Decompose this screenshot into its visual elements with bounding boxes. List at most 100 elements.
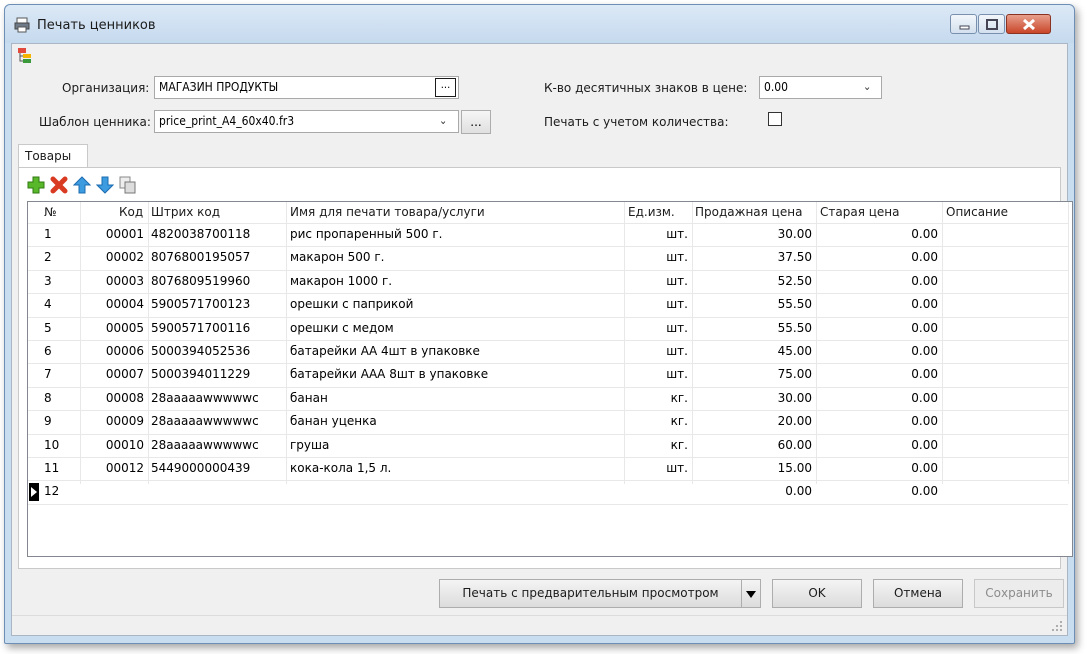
print-preview-label: Печать с предварительным просмотром <box>462 586 719 600</box>
tab-goods-label: Товары <box>25 149 72 163</box>
table-row[interactable]: 9 00009 28aaaaawwwwwc банан уценка кг. 20.00 0… <box>28 411 1072 434</box>
cell-code: 00007 <box>105 367 144 382</box>
cell-price: 75.00 <box>777 367 812 382</box>
org-field[interactable]: МАГАЗИН ПРОДУКТЫ ... <box>154 76 459 99</box>
cell-code: 00001 <box>105 227 144 241</box>
cell-price: 30.00 <box>777 227 812 241</box>
cell-barcode: 28aaaaawwwwwc <box>151 414 259 429</box>
cell-name: макарон 500 г. <box>290 250 385 265</box>
cell-old-price: 0.00 <box>911 227 938 241</box>
goods-table[interactable]: № Код Штрих код Имя для печати товара/ус… <box>27 201 1073 557</box>
cell-name: банан уценка <box>290 414 377 429</box>
cell-barcode: 28aaaaawwwwwc <box>151 437 259 452</box>
template-browse-button[interactable]: ... <box>461 110 491 134</box>
org-select-button[interactable]: ... <box>435 78 456 97</box>
close-button[interactable] <box>1006 14 1051 34</box>
col-barcode: Штрих код <box>151 205 221 219</box>
maximize-button[interactable] <box>978 14 1005 34</box>
cell-num: 11 <box>44 461 60 475</box>
cell-old-price: 0.00 <box>911 484 938 499</box>
cell-old-price: 0.00 <box>911 320 938 335</box>
cell-price: 0.00 <box>785 484 812 499</box>
grid-line <box>28 503 1068 505</box>
table-row[interactable]: 7 00007 5000394011229 батарейки ААА 8шт в у… <box>28 364 1072 387</box>
cell-name: батарейки АА 4шт в упаковке <box>290 344 480 358</box>
cell-code: 00006 <box>105 344 144 358</box>
cell-num: 5 <box>44 320 52 335</box>
cell-price: 52.50 <box>777 273 812 288</box>
cell-unit: шт. <box>666 227 688 241</box>
cell-unit: шт. <box>666 461 688 475</box>
move-up-icon[interactable] <box>73 176 91 194</box>
template-value: price_print_A4_60x40.fr3 <box>159 114 295 128</box>
cell-num: 4 <box>44 297 52 312</box>
cell-unit: кг. <box>670 437 688 452</box>
cell-old-price: 0.00 <box>911 437 938 452</box>
print-preview-button[interactable]: Печать с предварительным просмотром <box>439 579 761 608</box>
cell-unit: шт. <box>666 297 688 312</box>
cell-price: 37.50 <box>777 250 812 265</box>
dropdown-arrow-icon[interactable] <box>741 580 760 607</box>
cell-old-price: 0.00 <box>911 250 938 265</box>
chevron-down-icon: ⌄ <box>439 114 448 127</box>
table-row[interactable]: 10 00010 28aaaaawwwwwc груша кг. 60.00 0.00 <box>28 435 1072 458</box>
cell-old-price: 0.00 <box>911 344 938 358</box>
cell-price: 30.00 <box>777 390 812 405</box>
cell-num: 7 <box>44 367 52 382</box>
cell-unit: шт. <box>666 344 688 358</box>
client-area: Организация: МАГАЗИН ПРОДУКТЫ ... Шаблон… <box>11 43 1073 636</box>
table-row[interactable]: 11 00012 5449000000439 кока-кола 1,5 л. шт. 1… <box>28 458 1072 481</box>
table-row[interactable]: 8 00008 28aaaaawwwwwc банан кг. 30.00 0.00 <box>28 388 1072 411</box>
print-qty-label: Печать с учетом количества: <box>544 115 729 129</box>
tab-goods[interactable]: Товары <box>18 144 88 168</box>
ok-button[interactable]: OK <box>772 579 862 608</box>
cell-barcode: 28aaaaawwwwwc <box>151 390 259 405</box>
cell-code: 00010 <box>105 437 144 452</box>
cancel-button[interactable]: Отмена <box>873 579 963 608</box>
col-price: Продажная цена <box>695 205 803 219</box>
save-button[interactable]: Сохранить <box>974 579 1064 608</box>
printer-icon <box>14 17 30 33</box>
table-row[interactable]: 5 00005 5900571700116 орешки с медом шт. 55.5… <box>28 318 1072 341</box>
print-labels-window: Печать ценников Организация: МАГАЗИН ПРО… <box>4 4 1075 644</box>
minimize-button[interactable] <box>950 14 977 34</box>
cell-barcode: 5449000000439 <box>151 461 251 475</box>
cell-unit: шт. <box>666 367 688 382</box>
table-row[interactable]: 2 00002 8076800195057 макарон 500 г. шт. 37.5… <box>28 247 1072 270</box>
table-row[interactable]: 6 00006 5000394052536 батарейки АА 4шт в уп… <box>28 341 1072 364</box>
table-row[interactable]: 4 00004 5900571700123 орешки с паприкой шт. 5… <box>28 294 1072 317</box>
decimals-select[interactable]: 0.00 ⌄ <box>759 76 882 99</box>
cell-unit: кг. <box>670 414 688 429</box>
col-unit: Ед.изм. <box>628 205 675 219</box>
table-row[interactable]: 12 0.00 0.00 <box>28 481 1072 504</box>
move-down-icon[interactable] <box>96 176 114 194</box>
col-old-price: Старая цена <box>820 205 900 219</box>
cell-unit: кг. <box>670 390 688 405</box>
decimals-value: 0.00 <box>764 80 789 94</box>
cell-old-price: 0.00 <box>911 273 938 288</box>
title-bar: Печать ценников <box>5 5 1074 43</box>
cell-name: орешки с паприкой <box>290 297 414 312</box>
copy-icon[interactable] <box>119 176 137 194</box>
cell-barcode: 5900571700116 <box>151 320 251 335</box>
print-qty-checkbox[interactable] <box>768 112 782 126</box>
cell-barcode: 4820038700118 <box>151 227 251 241</box>
cell-price: 55.50 <box>777 297 812 312</box>
cell-price: 45.00 <box>777 344 812 358</box>
cell-barcode: 5900571700123 <box>151 297 251 312</box>
cell-barcode: 8076800195057 <box>151 250 251 265</box>
col-description: Описание <box>946 205 1009 219</box>
cell-num: 10 <box>44 437 60 452</box>
cell-barcode: 8076809519960 <box>151 273 251 288</box>
template-select[interactable]: price_print_A4_60x40.fr3 ⌄ <box>154 110 459 133</box>
cell-unit: шт. <box>666 250 688 265</box>
cell-num: 12 <box>44 484 60 499</box>
org-value: МАГАЗИН ПРОДУКТЫ <box>159 80 279 94</box>
add-icon[interactable] <box>27 176 45 194</box>
template-label: Шаблон ценника: <box>39 115 151 129</box>
resize-grip-icon[interactable] <box>1051 620 1063 632</box>
table-row[interactable]: 3 00003 8076809519960 макарон 1000 г. шт. 52.… <box>28 271 1072 294</box>
maximize-icon <box>986 19 998 30</box>
delete-icon[interactable] <box>50 176 68 194</box>
table-row[interactable]: 1 00001 4820038700118 рис пропаренный 500 г… <box>28 224 1072 247</box>
